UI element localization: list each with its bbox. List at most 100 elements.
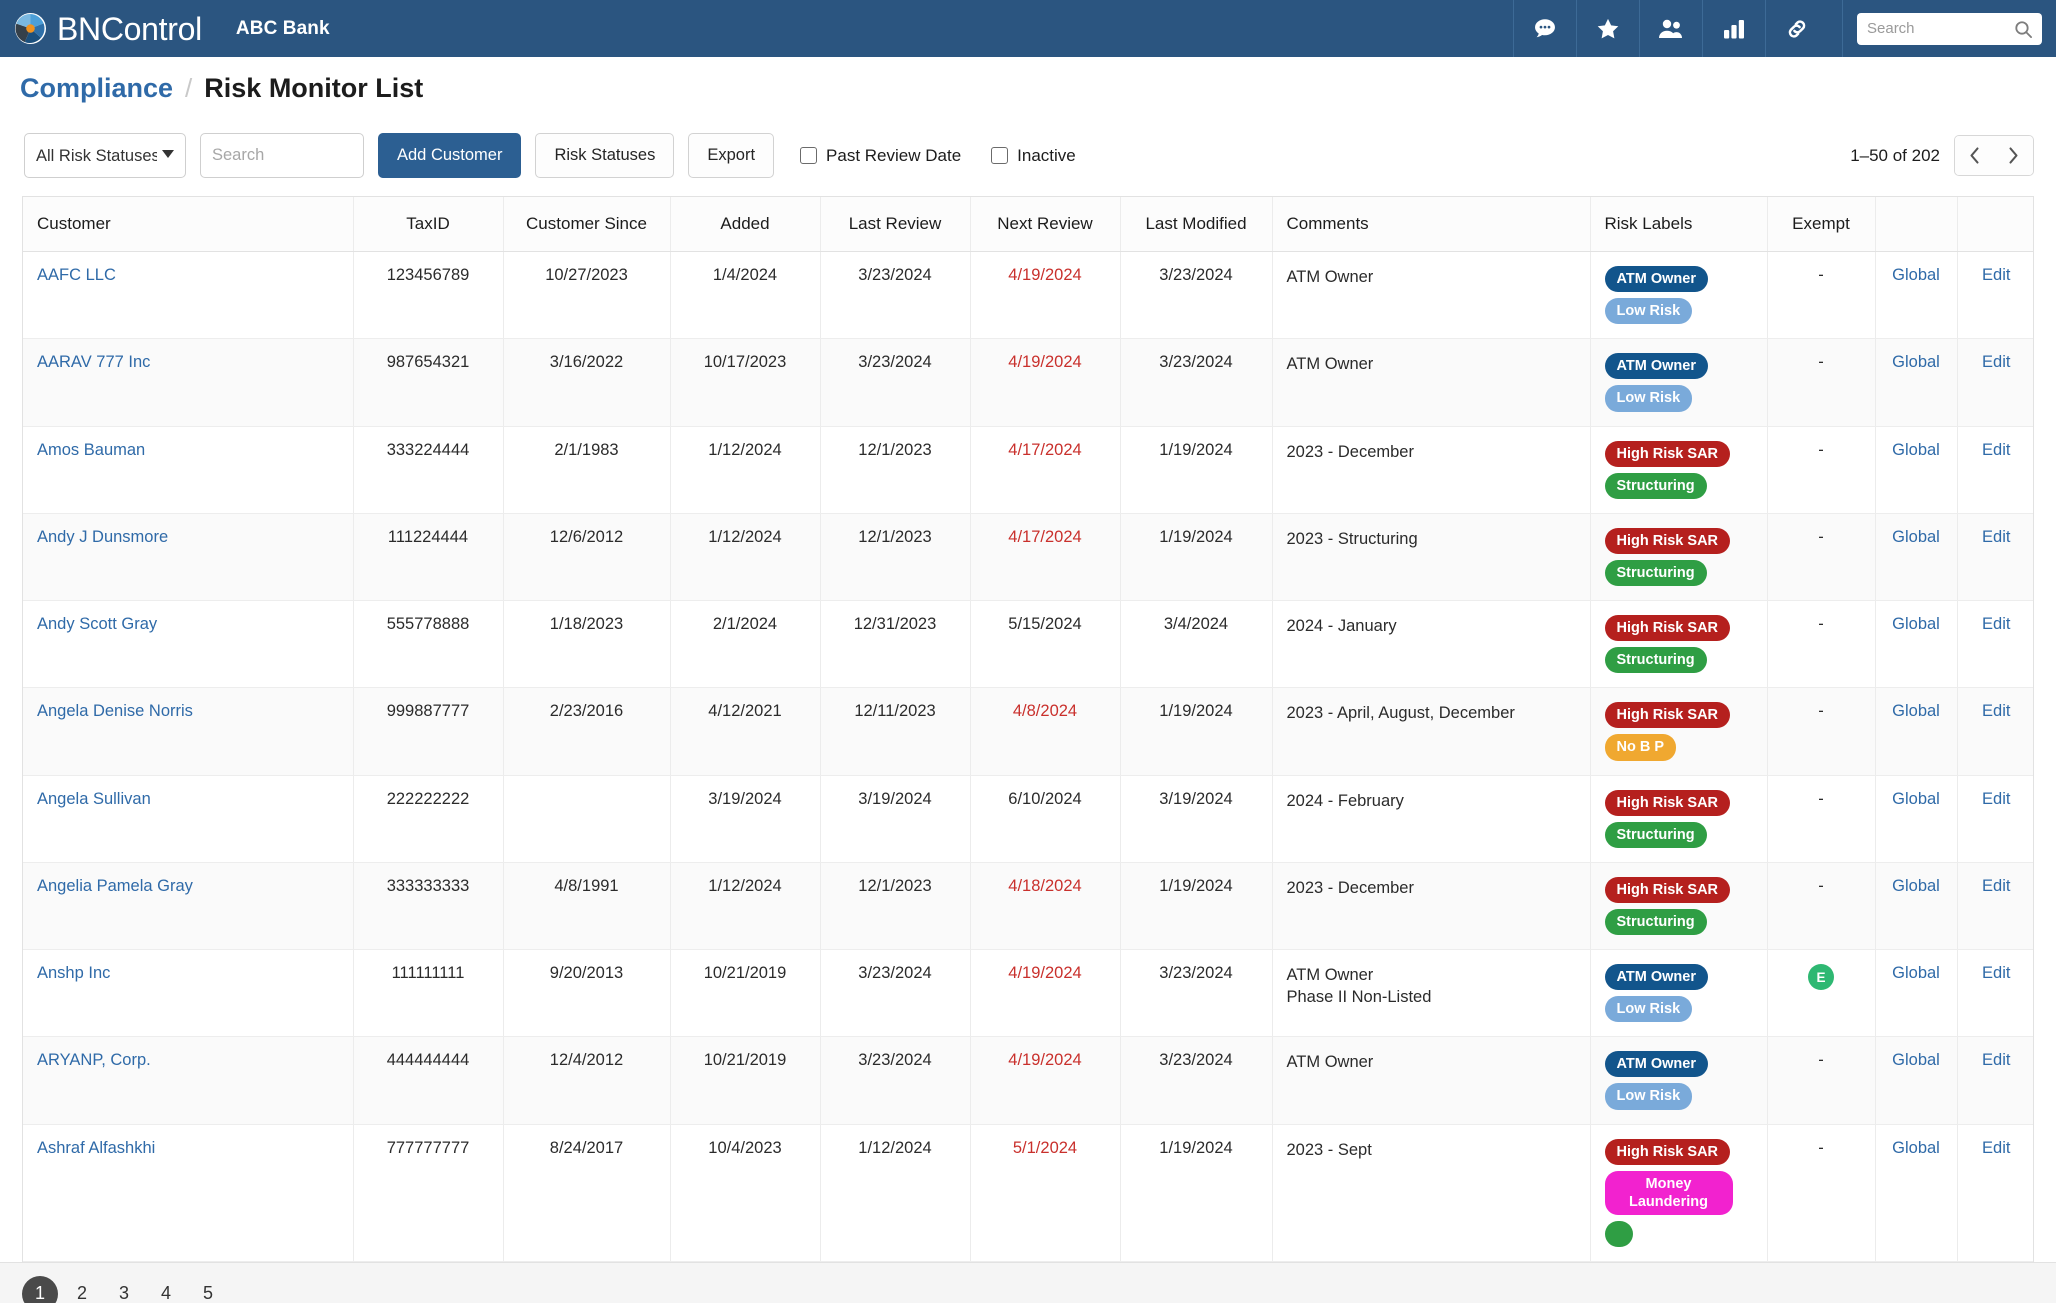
page-number-3[interactable]: 3	[106, 1276, 142, 1303]
customer-link[interactable]: AARAV 777 Inc	[37, 353, 150, 371]
column-header-next-review[interactable]: Next Review	[970, 197, 1120, 252]
column-header-added[interactable]: Added	[670, 197, 820, 252]
customer-link[interactable]: Andy J Dunsmore	[37, 528, 168, 546]
risk-label-badge[interactable]: No B P	[1605, 734, 1677, 760]
breadcrumb-parent-link[interactable]: Compliance	[20, 73, 173, 104]
global-search-box[interactable]	[1857, 13, 2042, 45]
users-icon[interactable]	[1639, 0, 1702, 57]
column-header-risk-labels[interactable]: Risk Labels	[1590, 197, 1767, 252]
customer-link[interactable]: Angelia Pamela Gray	[37, 877, 193, 895]
global-link[interactable]: Global	[1892, 353, 1940, 371]
risk-label-badge[interactable]: High Risk SAR	[1605, 441, 1731, 467]
page-number-2[interactable]: 2	[64, 1276, 100, 1303]
risk-label-badge[interactable]: Money Laundering	[1605, 1171, 1733, 1215]
past-review-date-checkbox[interactable]: Past Review Date	[800, 146, 961, 166]
page-number-1[interactable]: 1	[22, 1276, 58, 1303]
edit-link[interactable]: Edit	[1982, 877, 2010, 895]
global-link[interactable]: Global	[1892, 877, 1940, 895]
cell-comments: 2024 - January	[1272, 601, 1590, 688]
customer-link[interactable]: Angela Sullivan	[37, 790, 151, 808]
customer-link[interactable]: Andy Scott Gray	[37, 615, 157, 633]
global-link[interactable]: Global	[1892, 615, 1940, 633]
previous-page-button[interactable]	[1955, 136, 1994, 175]
risk-label-badge[interactable]: Low Risk	[1605, 996, 1693, 1022]
edit-link[interactable]: Edit	[1982, 1139, 2010, 1157]
column-header-customer[interactable]: Customer	[23, 197, 353, 252]
inactive-checkbox[interactable]: Inactive	[991, 146, 1076, 166]
column-header-customer-since[interactable]: Customer Since	[503, 197, 670, 252]
customer-link[interactable]: ARYANP, Corp.	[37, 1051, 151, 1069]
risk-label-badge[interactable]	[1605, 1221, 1633, 1247]
cell-edit-action: Edit	[1957, 1037, 2034, 1124]
risk-label-badge[interactable]: High Risk SAR	[1605, 615, 1731, 641]
global-link[interactable]: Global	[1892, 441, 1940, 459]
column-header-last-review[interactable]: Last Review	[820, 197, 970, 252]
customer-link[interactable]: Amos Bauman	[37, 441, 145, 459]
cell-global-action: Global	[1875, 688, 1957, 775]
global-link[interactable]: Global	[1892, 528, 1940, 546]
edit-link[interactable]: Edit	[1982, 964, 2010, 982]
risk-status-select[interactable]: All Risk Statuses	[24, 133, 186, 178]
edit-link[interactable]: Edit	[1982, 1051, 2010, 1069]
risk-label-badge[interactable]: ATM Owner	[1605, 353, 1708, 379]
checkbox-box[interactable]	[991, 147, 1008, 164]
bar-chart-icon[interactable]	[1702, 0, 1765, 57]
edit-link[interactable]: Edit	[1982, 702, 2010, 720]
exempt-value: -	[1818, 790, 1824, 808]
next-page-button[interactable]	[1994, 136, 2033, 175]
table-search-input[interactable]	[200, 133, 364, 178]
risk-label-badge[interactable]: Low Risk	[1605, 385, 1693, 411]
risk-monitor-table: Customer TaxID Customer Since Added Last…	[23, 197, 2034, 1262]
global-link[interactable]: Global	[1892, 702, 1940, 720]
risk-label-badge[interactable]: ATM Owner	[1605, 266, 1708, 292]
customer-link[interactable]: Ashraf Alfashkhi	[37, 1139, 155, 1157]
risk-label-badge[interactable]: Structuring	[1605, 647, 1707, 673]
checkbox-box[interactable]	[800, 147, 817, 164]
risk-status-filter[interactable]: All Risk Statuses	[24, 133, 186, 178]
risk-label-badge[interactable]: High Risk SAR	[1605, 702, 1731, 728]
global-search-input[interactable]	[1867, 20, 2017, 37]
link-icon[interactable]	[1765, 0, 1828, 57]
column-header-comments[interactable]: Comments	[1272, 197, 1590, 252]
customer-link[interactable]: Angela Denise Norris	[37, 702, 193, 720]
edit-link[interactable]: Edit	[1982, 266, 2010, 284]
risk-label-badge[interactable]: Low Risk	[1605, 298, 1693, 324]
risk-statuses-button[interactable]: Risk Statuses	[535, 133, 674, 178]
risk-label-badge[interactable]: ATM Owner	[1605, 964, 1708, 990]
risk-label-badge[interactable]: ATM Owner	[1605, 1051, 1708, 1077]
edit-link[interactable]: Edit	[1982, 441, 2010, 459]
star-icon[interactable]	[1576, 0, 1639, 57]
column-header-exempt[interactable]: Exempt	[1767, 197, 1875, 252]
cell-risk-labels: High Risk SAR Structuring	[1590, 775, 1767, 862]
risk-label-badge[interactable]: High Risk SAR	[1605, 877, 1731, 903]
column-header-taxid[interactable]: TaxID	[353, 197, 503, 252]
global-link[interactable]: Global	[1892, 790, 1940, 808]
chat-icon[interactable]	[1513, 0, 1576, 57]
risk-label-badge[interactable]: Structuring	[1605, 909, 1707, 935]
edit-link[interactable]: Edit	[1982, 615, 2010, 633]
risk-label-badge[interactable]: Structuring	[1605, 560, 1707, 586]
add-customer-button[interactable]: Add Customer	[378, 133, 521, 178]
risk-label-badge[interactable]: Structuring	[1605, 822, 1707, 848]
risk-label-badge[interactable]: High Risk SAR	[1605, 1139, 1731, 1165]
cell-next-review: 4/19/2024	[970, 950, 1120, 1037]
edit-link[interactable]: Edit	[1982, 353, 2010, 371]
global-link[interactable]: Global	[1892, 1051, 1940, 1069]
risk-label-badge[interactable]: Structuring	[1605, 473, 1707, 499]
risk-label-badge[interactable]: High Risk SAR	[1605, 528, 1731, 554]
cell-last-modified: 3/23/2024	[1120, 252, 1272, 339]
edit-link[interactable]: Edit	[1982, 528, 2010, 546]
column-header-last-modified[interactable]: Last Modified	[1120, 197, 1272, 252]
global-link[interactable]: Global	[1892, 1139, 1940, 1157]
global-link[interactable]: Global	[1892, 266, 1940, 284]
customer-link[interactable]: AAFC LLC	[37, 266, 116, 284]
customer-link[interactable]: Anshp Inc	[37, 964, 110, 982]
page-number-5[interactable]: 5	[190, 1276, 226, 1303]
brand[interactable]: BNControl ABC Bank	[14, 12, 330, 45]
global-link[interactable]: Global	[1892, 964, 1940, 982]
export-button[interactable]: Export	[688, 133, 774, 178]
risk-label-badge[interactable]: High Risk SAR	[1605, 790, 1731, 816]
risk-label-badge[interactable]: Low Risk	[1605, 1083, 1693, 1109]
page-number-4[interactable]: 4	[148, 1276, 184, 1303]
edit-link[interactable]: Edit	[1982, 790, 2010, 808]
